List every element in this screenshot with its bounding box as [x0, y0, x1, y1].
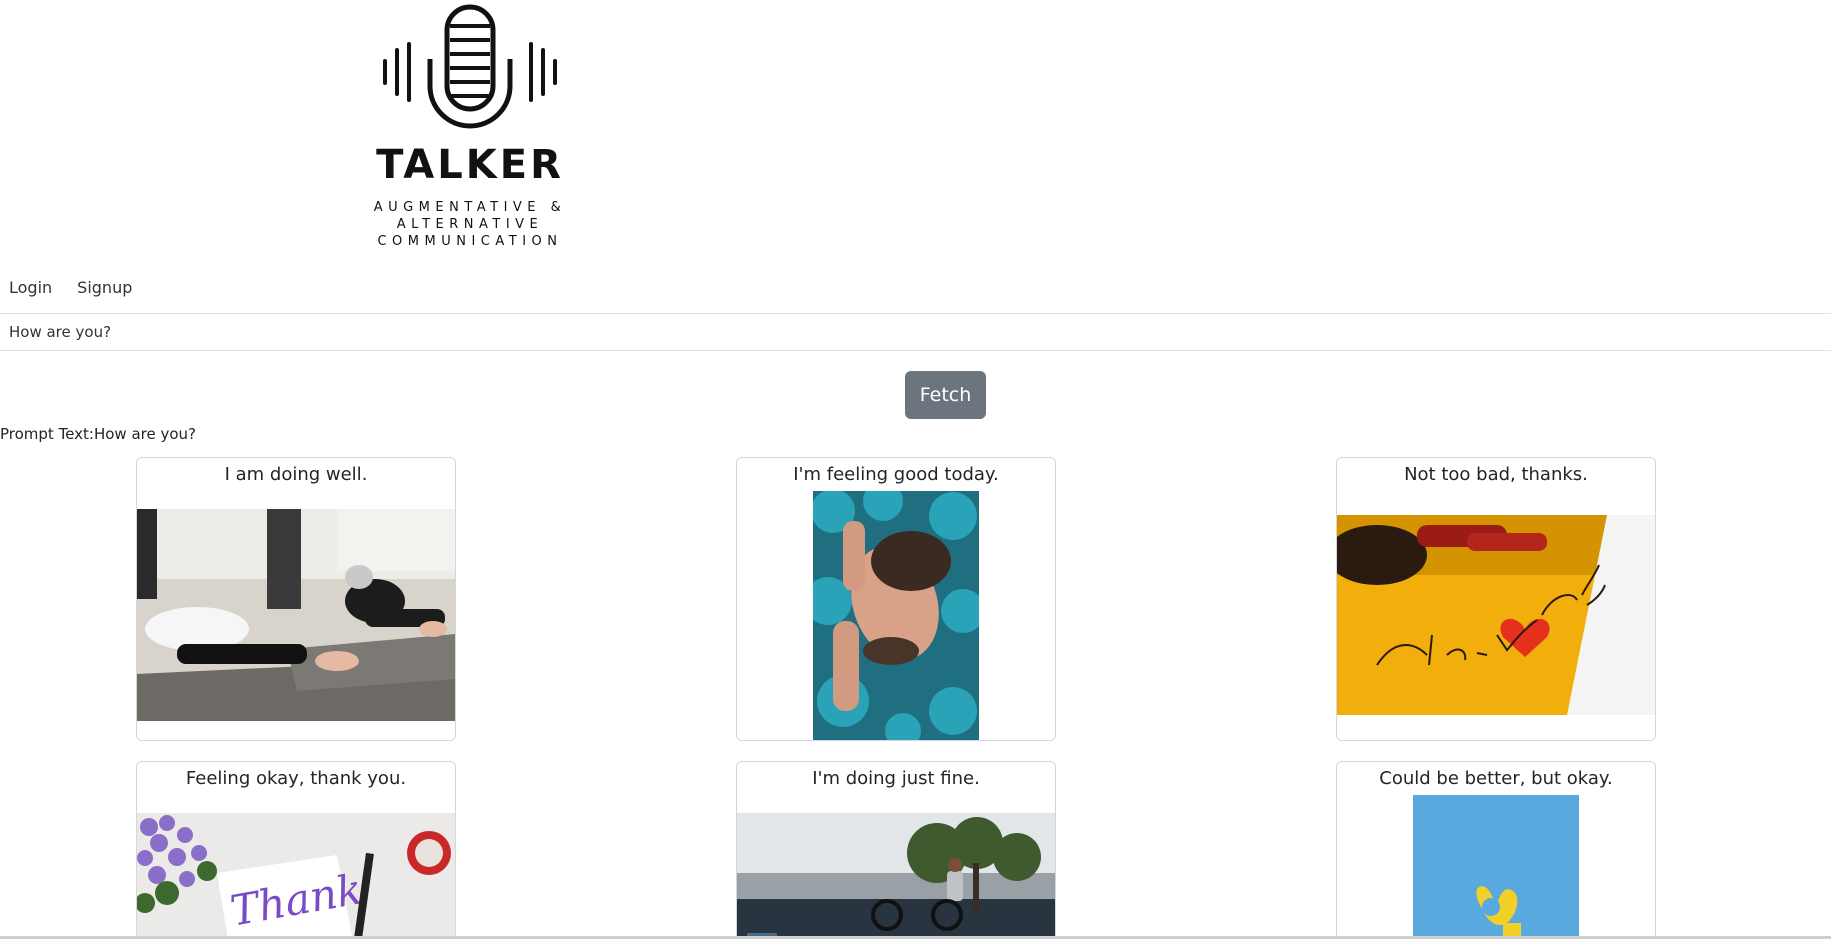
card-title: Feeling okay, thank you.	[185, 768, 407, 789]
card-title: I'm feeling good today.	[793, 464, 999, 485]
login-link[interactable]: Login	[9, 278, 52, 297]
response-card[interactable]: Feeling okay, thank you. Thank	[136, 761, 456, 939]
response-card[interactable]: I'm doing just fine.	[736, 761, 1056, 939]
card-title: Not too bad, thanks.	[1404, 464, 1588, 485]
brand-name: TALKER	[376, 142, 564, 188]
card-image	[813, 491, 979, 740]
card-image	[137, 509, 455, 721]
prompt-text-label: Prompt Text:How are you?	[0, 425, 197, 443]
response-card[interactable]: Not too bad, thanks.	[1336, 457, 1656, 741]
card-image: Thank	[137, 813, 455, 939]
card-image	[737, 813, 1055, 939]
card-image	[1337, 515, 1655, 715]
top-nav: Login Signup	[0, 272, 149, 302]
prompt-input[interactable]	[0, 313, 1831, 351]
signup-link[interactable]: Signup	[77, 278, 132, 297]
card-title: I'm doing just fine.	[812, 768, 980, 789]
response-card[interactable]: I am doing well.	[136, 457, 456, 741]
brand-tagline: AUGMENTATIVE & ALTERNATIVE COMMUNICATION	[373, 200, 567, 249]
card-image	[1413, 795, 1579, 939]
response-card[interactable]: I'm feeling good today.	[736, 457, 1056, 741]
talker-logo: TALKER AUGMENTATIVE & ALTERNATIVE COMMUN…	[300, 0, 640, 249]
fetch-button[interactable]: Fetch	[905, 371, 986, 419]
card-title: Could be better, but okay.	[1379, 768, 1613, 789]
card-title: I am doing well.	[224, 464, 368, 485]
microphone-soundwave-icon	[383, 4, 557, 129]
response-card[interactable]: Could be better, but okay.	[1336, 761, 1656, 939]
